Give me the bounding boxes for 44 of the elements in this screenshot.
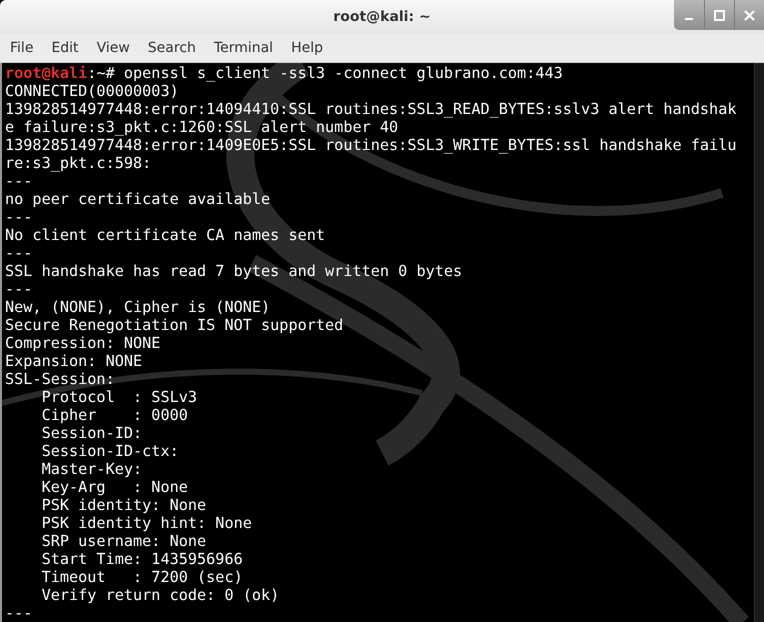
terminal-output-line: --- <box>5 280 32 298</box>
terminal-output-line: --- <box>5 208 32 226</box>
terminal-output-line: 139828514977448:error:14094410:SSL routines:SSL3_READ_BYTES:sslv3 alert handshak <box>5 100 736 118</box>
terminal-output-line: Cipher : 0000 <box>40 406 188 424</box>
terminal-output-line: Start Time: 1435956966 <box>40 550 243 568</box>
menu-item[interactable]: Help <box>287 37 330 59</box>
terminal-output-line: Secure Renegotiation IS NOT supported <box>5 316 344 334</box>
prompt-path: :~# <box>87 64 116 82</box>
terminal-output-line: Expansion: NONE <box>5 352 142 370</box>
terminal-output-line: --- <box>5 172 32 190</box>
terminal-output-line: PSK identity hint: None <box>40 514 252 532</box>
scrollbar[interactable] <box>754 63 764 622</box>
minimize-icon <box>685 18 693 20</box>
prompt-user-host: root@kali <box>5 64 88 82</box>
menu-item[interactable]: Edit <box>47 37 86 59</box>
terminal-output-line: re:s3_pkt.c:598: <box>5 154 152 172</box>
terminal-output-line: New, (NONE), Cipher is (NONE) <box>5 298 270 316</box>
terminal-output-line: 139828514977448:error:1409E0E5:SSL routines:SSL3_WRITE_BYTES:ssl handshake failu <box>5 136 736 154</box>
terminal-output-line: Verify return code: 0 (ok) <box>40 586 280 604</box>
terminal-output-line: Protocol : SSLv3 <box>40 388 198 406</box>
command-text: openssl s_client -ssl3 -connect glubrano.com:443 <box>124 64 563 82</box>
menu-item[interactable]: View <box>92 37 137 59</box>
terminal-output-line: No client certificate CA names sent <box>5 226 326 244</box>
terminal-output-line: PSK identity: None <box>40 496 206 514</box>
menu-item[interactable]: Search <box>144 37 203 59</box>
maximize-icon <box>714 10 725 20</box>
window-title: root@kali: ~ <box>333 9 431 25</box>
terminal-output-line: Session-ID-ctx: <box>40 442 179 460</box>
menu-item[interactable]: Terminal <box>210 37 280 59</box>
terminal-output-line: SSL handshake has read 7 bytes and written 0 bytes <box>5 262 462 280</box>
terminal-output-line: Session-ID: <box>40 424 142 442</box>
terminal-output-line: Timeout : 7200 (sec) <box>40 568 243 586</box>
terminal-output-line: --- <box>5 604 32 622</box>
terminal-output-line: --- <box>5 244 32 262</box>
terminal-output-line: Compression: NONE <box>5 334 160 352</box>
menu-item[interactable]: File <box>6 37 40 59</box>
terminal-output-line: CONNECTED(00000003) <box>5 82 179 100</box>
close-icon <box>744 10 755 20</box>
terminal-output-line: SSL-Session: <box>5 370 115 388</box>
terminal-output-line: Master-Key: <box>40 460 142 478</box>
terminal-output-line: e failure:s3_pkt.c:1260:SSL alert number 40 <box>5 118 398 136</box>
terminal-output-line: Key-Arg : None <box>40 478 188 496</box>
terminal-output-line: SRP username: None <box>40 532 206 550</box>
terminal-output-line: no peer certificate available <box>5 190 270 208</box>
